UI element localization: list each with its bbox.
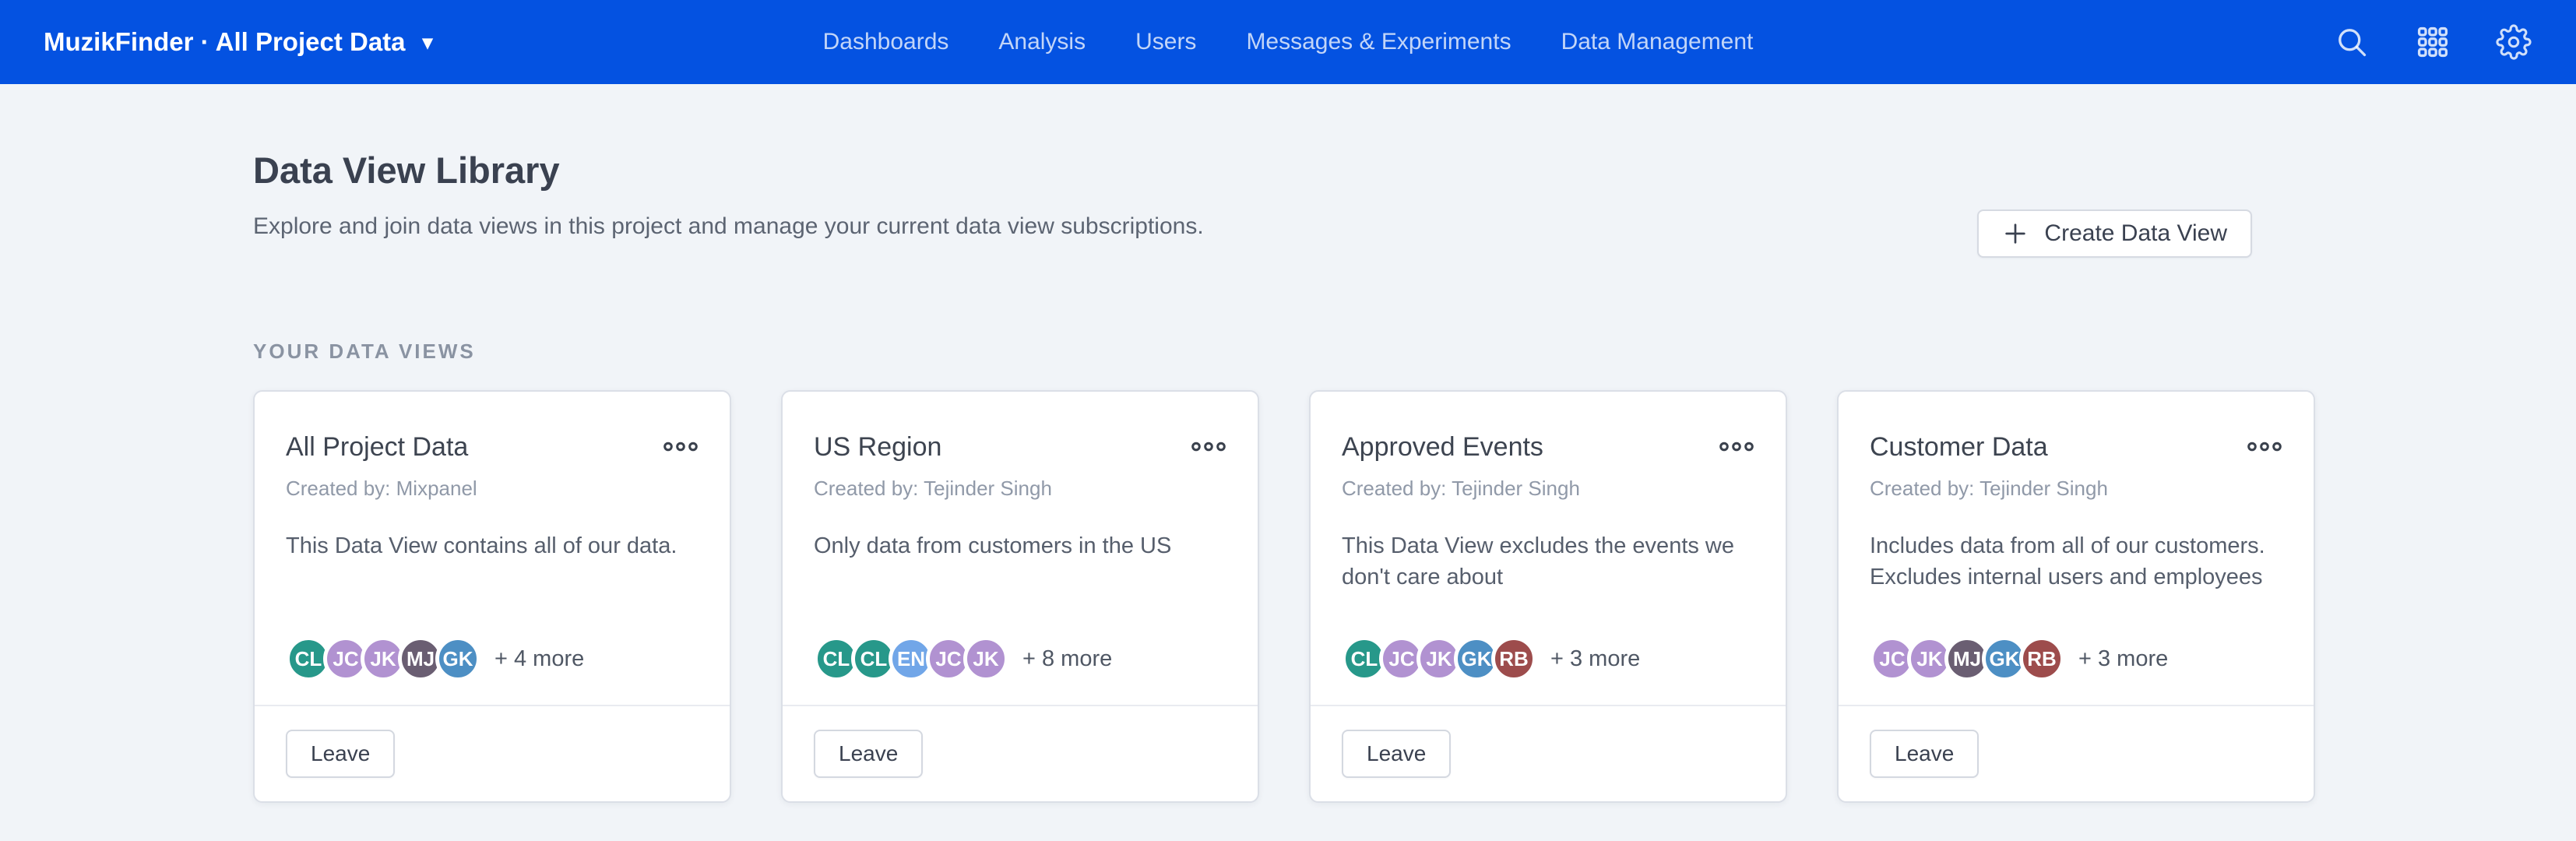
nav-item-data-management[interactable]: Data Management [1561, 29, 1754, 55]
search-icon[interactable] [2333, 23, 2370, 61]
avatar-more-label: + 3 more [1550, 646, 1640, 672]
card-title: All Project Data [286, 432, 468, 463]
card-title: Approved Events [1342, 432, 1543, 463]
brand-label: MuzikFinder · All Project Data [44, 27, 406, 57]
data-view-card-customer-data: Customer Data Created by: Tejinder Singh… [1837, 390, 2315, 803]
nav-actions [2333, 23, 2532, 61]
card-created-by: Created by: Tejinder Singh [814, 477, 1226, 501]
avatar: JK [963, 636, 1008, 681]
create-data-view-button[interactable]: Create Data View [1977, 209, 2252, 258]
ellipsis-menu-icon[interactable] [1719, 436, 1754, 459]
page-title: Data View Library [253, 150, 2321, 192]
top-nav-bar: MuzikFinder · All Project Data ▾ Dashboa… [0, 0, 2576, 84]
apps-grid-icon[interactable] [2414, 23, 2451, 61]
avatar-row: CL JC JK GK RB + 3 more [1342, 636, 1754, 681]
ellipsis-menu-icon[interactable] [1191, 436, 1226, 459]
leave-button[interactable]: Leave [1342, 730, 1451, 778]
data-view-card-us-region: US Region Created by: Tejinder Singh Onl… [781, 390, 1259, 803]
avatar-row: CL CL EN JC JK + 8 more [814, 636, 1226, 681]
card-description: Includes data from all of our customers.… [1870, 530, 2282, 636]
avatar: GK [435, 636, 480, 681]
ellipsis-menu-icon[interactable] [663, 436, 699, 459]
nav-item-messages-experiments[interactable]: Messages & Experiments [1246, 29, 1511, 55]
plus-icon [2002, 220, 2029, 247]
card-description: This Data View contains all of our data. [286, 530, 699, 636]
main-nav: Dashboards Analysis Users Messages & Exp… [823, 0, 1754, 84]
card-description: Only data from customers in the US [814, 530, 1226, 636]
leave-button[interactable]: Leave [286, 730, 395, 778]
data-view-card-all-project-data: All Project Data Created by: Mixpanel Th… [253, 390, 731, 803]
data-view-card-approved-events: Approved Events Created by: Tejinder Sin… [1309, 390, 1787, 803]
project-switcher[interactable]: MuzikFinder · All Project Data ▾ [44, 27, 433, 57]
avatar-row: CL JC JK MJ GK + 4 more [286, 636, 699, 681]
ellipsis-menu-icon[interactable] [2247, 436, 2282, 459]
data-view-card-list: All Project Data Created by: Mixpanel Th… [253, 390, 2321, 803]
avatar-more-label: + 3 more [2078, 646, 2168, 672]
card-created-by: Created by: Tejinder Singh [1870, 477, 2282, 501]
page-header: Data View Library Explore and join data … [253, 150, 2321, 240]
avatar-more-label: + 4 more [494, 646, 584, 672]
main-content: Data View Library Explore and join data … [0, 150, 2576, 803]
leave-button[interactable]: Leave [1870, 730, 1979, 778]
leave-button[interactable]: Leave [814, 730, 923, 778]
gear-icon[interactable] [2495, 23, 2532, 61]
avatar-more-label: + 8 more [1022, 646, 1112, 672]
card-description: This Data View excludes the events we do… [1342, 530, 1754, 636]
nav-item-users[interactable]: Users [1135, 29, 1196, 55]
avatar-row: JC JK MJ GK RB + 3 more [1870, 636, 2282, 681]
card-title: US Region [814, 432, 941, 463]
section-label-your-data-views: YOUR DATA VIEWS [253, 340, 2321, 364]
nav-item-analysis[interactable]: Analysis [998, 29, 1086, 55]
card-created-by: Created by: Mixpanel [286, 477, 699, 501]
nav-item-dashboards[interactable]: Dashboards [823, 29, 949, 55]
chevron-down-icon: ▾ [423, 30, 433, 55]
card-title: Customer Data [1870, 432, 2048, 463]
avatar: RB [2019, 636, 2064, 681]
create-data-view-label: Create Data View [2044, 220, 2227, 247]
card-created-by: Created by: Tejinder Singh [1342, 477, 1754, 501]
avatar: RB [1491, 636, 1536, 681]
